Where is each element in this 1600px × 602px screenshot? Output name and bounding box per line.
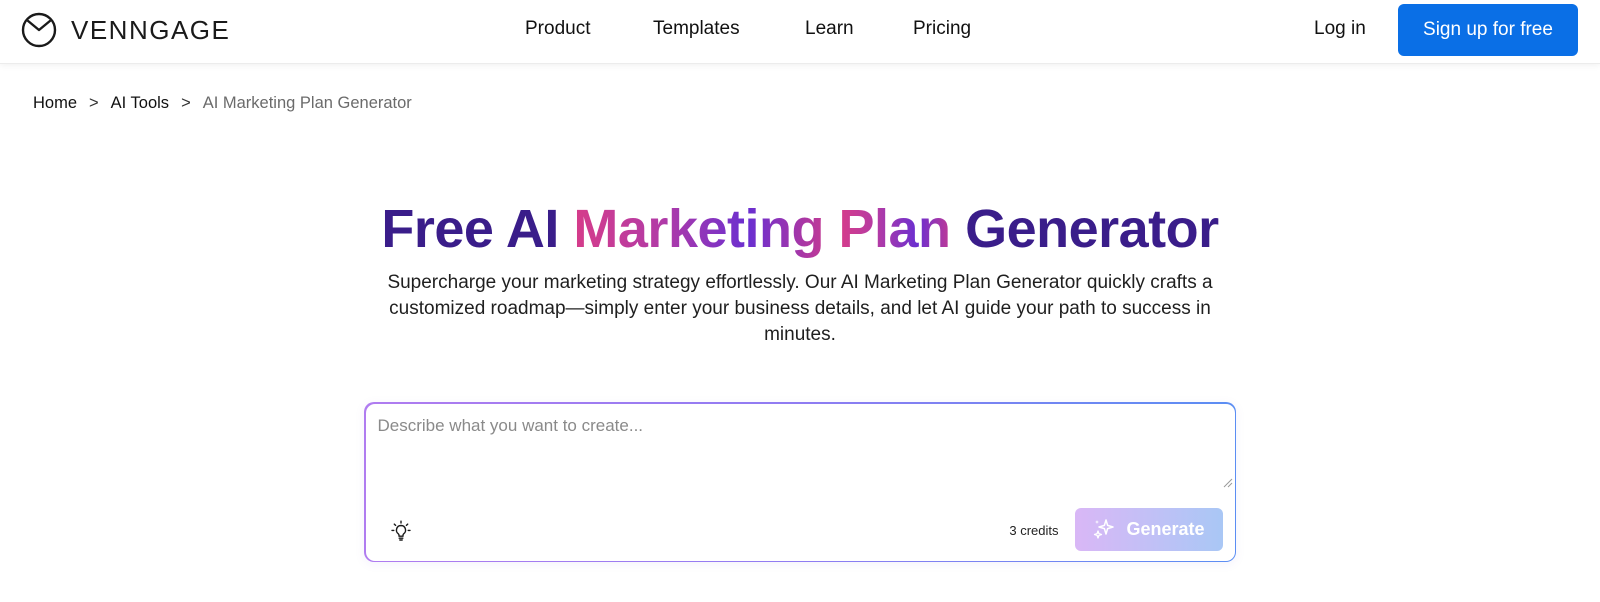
signup-button[interactable]: Sign up for free: [1398, 4, 1578, 56]
credits-counter: 3 credits: [1009, 522, 1059, 538]
generate-button[interactable]: Generate: [1074, 507, 1223, 551]
sparkle-icon: [1094, 519, 1115, 539]
title-part-free-ai: Free AI: [381, 199, 559, 259]
venngage-logo-icon: [21, 12, 57, 48]
title-part-marketing: Marketing: [573, 199, 824, 259]
title-part-plan: Plan: [838, 199, 952, 259]
venngage-logo[interactable]: VENNGAGE: [21, 12, 230, 48]
page-subtitle: Supercharge your marketing strategy effo…: [387, 272, 1213, 345]
breadcrumb-separator: >: [181, 93, 191, 112]
breadcrumb-separator: >: [89, 93, 99, 112]
breadcrumb: Home > AI Tools > AI Marketing Plan Gene…: [33, 92, 412, 114]
page-title: Free AI Marketing Plan Generator: [0, 196, 1600, 262]
breadcrumb-current: AI Marketing Plan Generator: [202, 93, 412, 112]
nav-templates[interactable]: Templates: [653, 18, 740, 40]
title-part-generator: Generator: [965, 199, 1219, 259]
nav-learn[interactable]: Learn: [805, 18, 854, 40]
generate-label: Generate: [1126, 518, 1205, 539]
breadcrumb-ai-tools[interactable]: AI Tools: [111, 94, 169, 113]
logo-wordmark: VENNGAGE: [71, 14, 231, 45]
resize-handle-icon[interactable]: [1223, 478, 1233, 488]
site-header: VENNGAGE Product Templates Learn Pricing…: [0, 0, 1600, 64]
prompt-input[interactable]: [365, 403, 1235, 491]
breadcrumb-home[interactable]: Home: [33, 94, 77, 113]
prompt-box: 3 credits Generate: [364, 402, 1236, 562]
nav-pricing[interactable]: Pricing: [913, 18, 971, 40]
nav-product[interactable]: Product: [525, 18, 590, 40]
lightbulb-icon: [390, 520, 411, 541]
login-link[interactable]: Log in: [1314, 18, 1366, 40]
prompt-inner: 3 credits Generate: [365, 403, 1235, 561]
idea-button[interactable]: [388, 518, 414, 544]
